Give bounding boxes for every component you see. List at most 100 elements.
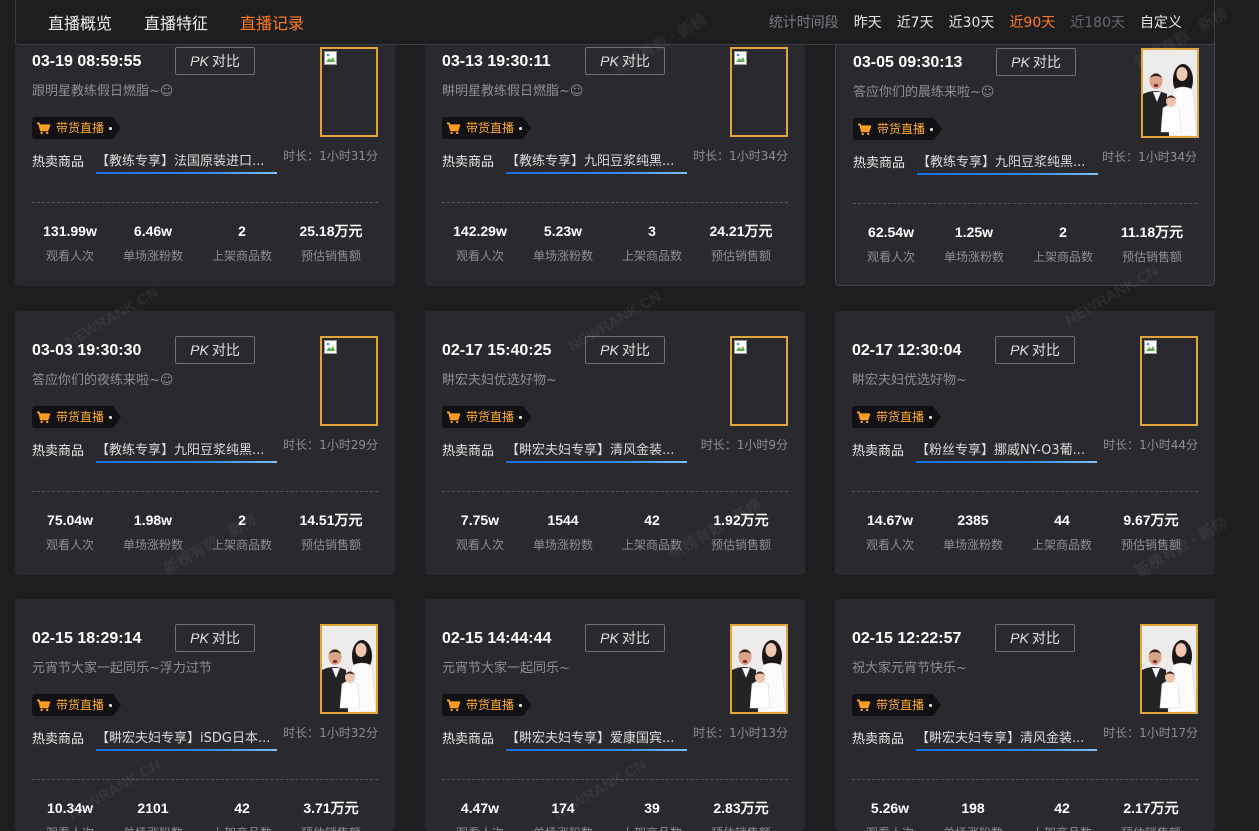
period-yesterday[interactable]: 昨天 [854,12,882,32]
live-start-time: 02-15 14:44:44 [442,630,552,647]
stat-sales-label: 预估销售额 [710,249,771,263]
hot-product-link[interactable]: 【教练专享】法国原装进口... [96,153,277,174]
pk-compare-label: 对比 [1031,343,1060,359]
stat-views-value: 131.99w [43,223,97,239]
stat-sales-label: 预估销售额 [1103,825,1199,831]
live-title: 跟明星教练假日燃脂~☺ [32,84,174,99]
live-duration: 时长：1小时44分 [1103,438,1198,452]
live-start-time: 02-17 12:30:04 [852,342,962,359]
hot-product-link[interactable]: 【教练专享】九阳豆浆纯黑... [506,153,687,174]
tab-live-records[interactable]: 直播记录 [240,10,304,34]
pk-compare-button[interactable]: PK 对比 [585,624,665,652]
pk-compare-button[interactable]: PK 对比 [996,48,1076,76]
live-cover-thumbnail[interactable] [730,624,788,714]
hot-products-label: 热卖商品 [32,444,85,459]
hot-product-link[interactable]: 【教练专享】九阳豆浆纯黑... [917,154,1098,175]
live-cover-thumbnail[interactable] [1141,48,1199,138]
hot-product-link[interactable]: 【畊宏夫妇专享】爱康国宾... [506,730,687,751]
badge-dot [929,415,933,419]
period-90-days[interactable]: 近90天 [1009,12,1055,32]
period-label: 统计时间段 [768,15,839,31]
stat-fans-gain-label: 单场涨粉数 [925,825,1021,831]
stat-products-listed-label: 上架商品数 [621,538,682,552]
pk-compare-label: 对比 [1031,631,1060,647]
hot-product-link[interactable]: 【畊宏夫妇专享】清风金装... [916,730,1097,751]
pk-compare-prefix: PK [190,53,209,69]
live-record-card[interactable]: 02-15 18:29:14 PK 对比 元宵节大家一起同乐~浮力过节 带货直播… [15,599,395,831]
live-title: 畊明星教练假日燃脂~☺ [442,84,584,99]
live-start-time: 03-03 19:30:30 [32,342,142,359]
live-record-card[interactable]: 02-15 14:44:44 PK 对比 元宵节大家一起同乐~ 带货直播 热卖商… [425,599,805,831]
live-cover-thumbnail[interactable] [320,47,378,137]
stat-products-listed-value: 39 [644,800,660,816]
badge-label: 带货直播 [56,698,105,712]
stat-fans-gain-label: 单场涨粉数 [942,538,1003,552]
live-commerce-badge: 带货直播 [442,694,531,716]
broken-image-icon [734,51,747,65]
hot-product-link[interactable]: 【畊宏夫妇专享】iSDG日本... [96,730,277,751]
pk-compare-button[interactable]: PK 对比 [585,47,665,75]
pk-compare-label: 对比 [1032,55,1061,71]
live-record-card[interactable]: 03-03 19:30:30 PK 对比 答应你们的夜练来啦~☺ 带货直播 热卖… [15,311,395,575]
live-cover-thumbnail[interactable] [320,624,378,714]
stat-sales-label: 预估销售额 [300,249,361,263]
live-record-card[interactable]: 03-05 09:30:13 PK 对比 答应你们的晨练来啦~☺ 带货直播 热卖… [835,22,1215,286]
tab-live-overview[interactable]: 直播概览 [48,10,112,34]
shopping-cart-icon [857,411,871,423]
tab-live-features[interactable]: 直播特征 [144,10,208,34]
pk-compare-button[interactable]: PK 对比 [995,624,1075,652]
divider [442,491,788,492]
period-selector: 统计时间段 昨天 近7天 近30天 近90天 近180天 自定义 [769,0,1182,44]
cover-photo [1142,626,1196,712]
stat-products-listed-label: 上架商品数 [1032,250,1093,264]
stat-fans-gain-value: 2385 [957,512,989,528]
pk-compare-prefix: PK [190,630,209,646]
period-7-days[interactable]: 近7天 [897,12,934,32]
pk-compare-button[interactable]: PK 对比 [175,624,255,652]
pk-compare-label: 对比 [211,54,240,70]
period-30-days[interactable]: 近30天 [949,12,995,32]
pk-compare-button[interactable]: PK 对比 [995,336,1075,364]
stat-fans-gain-value: 198 [961,800,985,816]
stat-products-listed-label: 上架商品数 [211,538,272,552]
period-custom[interactable]: 自定义 [1140,12,1182,32]
live-cover-thumbnail[interactable] [730,47,788,137]
stat-views-label: 观看人次 [455,538,504,552]
live-record-card[interactable]: 02-17 12:30:04 PK 对比 畊宏夫妇优选好物~ 带货直播 热卖商品… [835,311,1215,575]
live-title: 畊宏夫妇优选好物~ [442,373,557,388]
hot-product-link[interactable]: 【畊宏夫妇专享】清风金装... [506,442,687,463]
stat-fans-gain-label: 单场涨粉数 [532,538,593,552]
live-cover-thumbnail[interactable] [1140,624,1198,714]
pk-compare-button[interactable]: PK 对比 [175,47,255,75]
stat-fans-gain-label: 单场涨粉数 [943,250,1004,264]
live-record-card[interactable]: 02-17 15:40:25 PK 对比 畊宏夫妇优选好物~ 带货直播 热卖商品… [425,311,805,575]
stat-sales-label: 预估销售额 [1121,250,1182,264]
live-cover-thumbnail[interactable] [730,336,788,426]
live-record-card[interactable]: 03-19 08:59:55 PK 对比 跟明星教练假日燃脂~☺ 带货直播 热卖… [15,22,395,286]
stat-views-value: 142.29w [453,223,507,239]
badge-label: 带货直播 [56,121,105,135]
broken-image-icon [324,340,337,354]
live-record-card[interactable]: 03-13 19:30:11 PK 对比 畊明星教练假日燃脂~☺ 带货直播 热卖… [425,22,805,286]
divider [852,779,1198,780]
live-duration: 时长：1小时13分 [693,726,788,740]
live-cover-thumbnail[interactable] [320,336,378,426]
stat-views-value: 7.75w [460,512,500,528]
pk-compare-button[interactable]: PK 对比 [585,336,665,364]
divider [32,779,378,780]
live-title: 畊宏夫妇优选好物~ [852,373,967,388]
stat-views-label: 观看人次 [45,538,94,552]
live-record-card[interactable]: 02-15 12:22:57 PK 对比 祝大家元宵节快乐~ 带货直播 热卖商品… [835,599,1215,831]
divider [853,203,1197,204]
live-commerce-badge: 带货直播 [442,406,531,428]
badge-dot [929,703,933,707]
stat-fans-gain-value: 5.23w [543,223,583,239]
stat-views-value: 14.67w [867,512,913,528]
live-cover-thumbnail[interactable] [1140,336,1198,426]
hot-product-link[interactable]: 【粉丝专享】挪威NY-O3葡... [916,442,1097,463]
stat-sales-value: 24.21万元 [709,223,773,239]
stat-products-listed-value: 2 [238,512,246,528]
pk-compare-button[interactable]: PK 对比 [175,336,255,364]
hot-product-link[interactable]: 【教练专享】九阳豆浆纯黑... [96,442,277,463]
stat-sales-value: 2.83万元 [713,800,769,816]
